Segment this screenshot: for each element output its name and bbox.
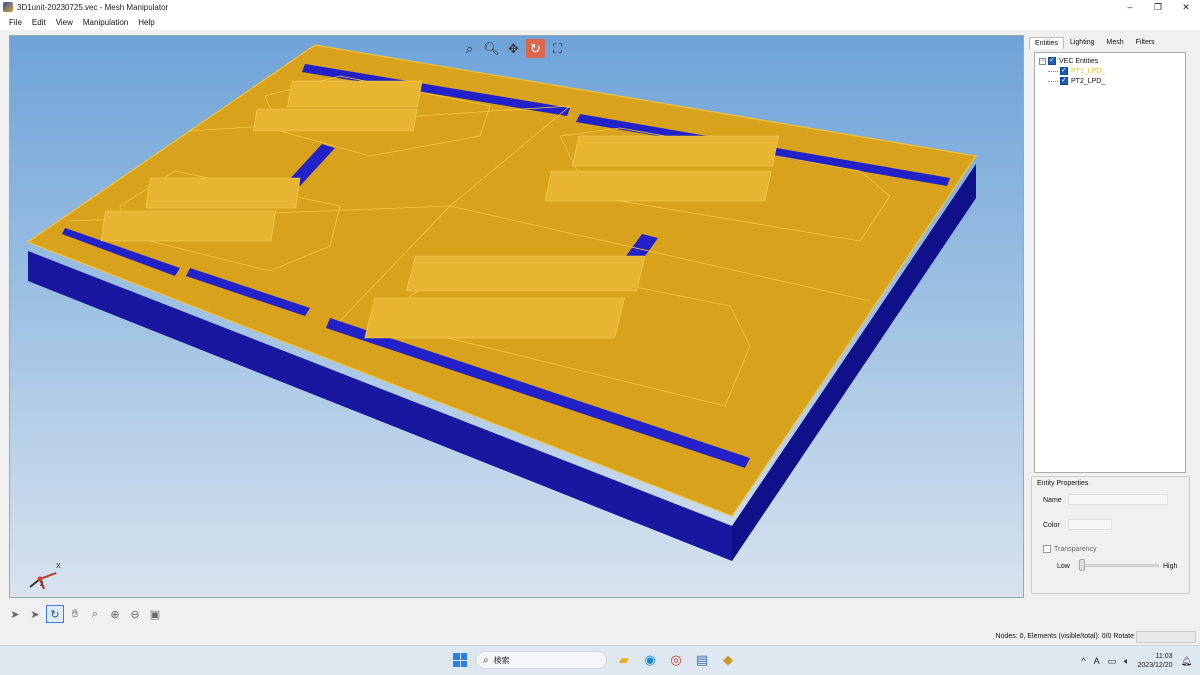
taskbar: ⌕ 検索 ▰ ◉ ◎ ▤ ◆ ^ A ▭ 🔈︎ 11:03 2023/12/20… bbox=[0, 645, 1200, 675]
zoom-icon[interactable]: 🔍︎ bbox=[482, 39, 501, 58]
clock[interactable]: 11:03 2023/12/20 bbox=[1138, 652, 1173, 670]
status-field bbox=[1136, 631, 1196, 643]
minimize-button[interactable]: – bbox=[1116, 0, 1144, 14]
zoom-region-icon[interactable]: ⌕ bbox=[460, 39, 479, 58]
fit-all-icon[interactable]: ▣ bbox=[146, 605, 164, 623]
transparency-label: Transparency bbox=[1054, 545, 1097, 553]
color-field[interactable] bbox=[1068, 519, 1112, 530]
notification-bell-icon[interactable]: 🔔︎ bbox=[1181, 656, 1192, 667]
panel-tabs: Entities Lighting Mesh Filters bbox=[1029, 35, 1194, 49]
side-panel: Entities Lighting Mesh Filters − VEC Ent… bbox=[1029, 35, 1194, 598]
view-toolbar: ⌕ 🔍︎ ✥ ↻ ⛶ bbox=[460, 39, 567, 58]
status-bar: Nodes: 0, Elements (visible/total): 0/0 … bbox=[0, 630, 1200, 645]
search-icon: ⌕ bbox=[483, 654, 489, 666]
tree-item-label: PT1_LPD_ bbox=[1071, 67, 1106, 75]
slider-handle[interactable] bbox=[1079, 559, 1085, 571]
transparency-checkbox[interactable]: Transparency bbox=[1043, 545, 1097, 553]
name-label: Name bbox=[1043, 497, 1062, 504]
window-title: 3D1unit-20230725.vec - Mesh Manipulator bbox=[17, 2, 169, 12]
app-icon bbox=[3, 2, 13, 12]
volume-icon[interactable]: 🔈︎ bbox=[1124, 656, 1129, 667]
tree-root-label: VEC Entities bbox=[1059, 57, 1099, 65]
name-field[interactable] bbox=[1068, 494, 1168, 505]
root-checkbox[interactable] bbox=[1048, 56, 1056, 65]
3d-viewport[interactable]: ⌕ 🔍︎ ✥ ↻ ⛶ X Z bbox=[9, 35, 1024, 598]
tab-lighting[interactable]: Lighting bbox=[1064, 36, 1101, 49]
axis-z-label: Z bbox=[40, 582, 44, 588]
select-multi-icon[interactable]: ➤ bbox=[26, 605, 44, 623]
menu-view[interactable]: View bbox=[51, 18, 78, 27]
tree-item[interactable]: PT2_LPD_ bbox=[1039, 76, 1181, 86]
high-label: High bbox=[1163, 563, 1178, 570]
taskbar-search[interactable]: ⌕ 検索 bbox=[475, 651, 607, 669]
chrome-browser-icon[interactable]: ◎ bbox=[667, 651, 685, 669]
rotate-tool-icon[interactable]: ↻ bbox=[46, 605, 64, 623]
app-icon-doc[interactable]: ▤ bbox=[693, 651, 711, 669]
entity-tree: − VEC Entities PT1_LPD_ PT2_LPD_ bbox=[1034, 52, 1186, 473]
pan-icon[interactable]: ✥ bbox=[504, 39, 523, 58]
clock-date: 2023/12/20 bbox=[1137, 662, 1173, 669]
item-checkbox[interactable] bbox=[1060, 76, 1068, 85]
axis-x-label: X bbox=[56, 563, 61, 570]
maximize-button[interactable]: ❐ bbox=[1144, 0, 1172, 14]
tree-item-label: PT2_LPD_ bbox=[1071, 77, 1106, 85]
menu-file[interactable]: File bbox=[4, 18, 27, 27]
zoom-out-icon[interactable]: ⊖ bbox=[126, 605, 144, 623]
edge-browser-icon[interactable]: ◉ bbox=[641, 651, 659, 669]
item-checkbox[interactable] bbox=[1060, 66, 1068, 75]
low-label: Low bbox=[1057, 563, 1070, 570]
search-placeholder: 検索 bbox=[493, 655, 510, 665]
taskbar-apps: ⌕ 検索 ▰ ◉ ◎ ▤ ◆ bbox=[453, 651, 737, 669]
close-button[interactable]: ✕ bbox=[1172, 0, 1200, 14]
pan-hand-icon[interactable]: ✋︎ bbox=[66, 605, 84, 623]
tab-filters[interactable]: Filters bbox=[1130, 36, 1161, 49]
collapse-icon[interactable]: − bbox=[1039, 57, 1046, 65]
menu-edit[interactable]: Edit bbox=[27, 18, 51, 27]
zoom-in-icon[interactable]: ⊕ bbox=[106, 605, 124, 623]
transparency-slider[interactable] bbox=[1079, 564, 1159, 567]
title-bar: 3D1unit-20230725.vec - Mesh Manipulator … bbox=[0, 0, 1200, 14]
tab-mesh[interactable]: Mesh bbox=[1101, 36, 1130, 49]
chevron-up-icon[interactable]: ^ bbox=[1081, 656, 1085, 666]
properties-title: Entity Properties bbox=[1037, 480, 1089, 487]
start-icon[interactable] bbox=[453, 653, 467, 667]
mesh-manipulator-taskbar-icon[interactable]: ◆ bbox=[719, 651, 737, 669]
clock-time: 11:03 bbox=[1155, 653, 1173, 660]
network-icon[interactable]: ▭ bbox=[1108, 656, 1117, 667]
fit-view-icon[interactable]: ⛶ bbox=[548, 39, 567, 58]
status-text: Nodes: 0, Elements (visible/total): 0/0 … bbox=[995, 633, 1134, 640]
tab-entities[interactable]: Entities bbox=[1029, 37, 1064, 49]
file-explorer-icon[interactable]: ▰ bbox=[615, 651, 633, 669]
menu-manipulation[interactable]: Manipulation bbox=[78, 18, 133, 27]
ime-indicator[interactable]: A bbox=[1094, 656, 1100, 666]
mesh-model bbox=[26, 44, 978, 561]
zoom-tool-icon[interactable]: ⌕ bbox=[86, 605, 104, 623]
color-label: Color bbox=[1043, 522, 1060, 529]
select-arrow-icon[interactable]: ➤ bbox=[6, 605, 24, 623]
menu-help[interactable]: Help bbox=[133, 18, 159, 27]
rotate-icon[interactable]: ↻ bbox=[526, 39, 545, 58]
window-controls: – ❐ ✕ bbox=[1116, 0, 1200, 14]
tree-root[interactable]: − VEC Entities bbox=[1039, 56, 1181, 66]
menu-bar: File Edit View Manipulation Help bbox=[0, 14, 1200, 30]
tree-item[interactable]: PT1_LPD_ bbox=[1039, 66, 1181, 76]
axis-triad: X Z bbox=[22, 563, 72, 595]
bottom-toolbar: ➤ ➤ ↻ ✋︎ ⌕ ⊕ ⊖ ▣ bbox=[6, 605, 164, 623]
system-tray: ^ A ▭ 🔈︎ 11:03 2023/12/20 🔔︎ bbox=[1081, 652, 1192, 670]
entity-properties: Entity Properties Name Color Transparenc… bbox=[1031, 476, 1190, 594]
